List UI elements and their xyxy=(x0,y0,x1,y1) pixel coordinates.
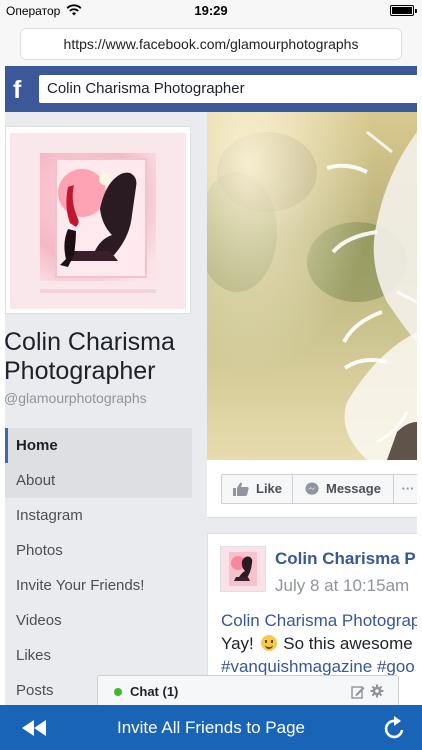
thumbs-up-icon xyxy=(233,482,249,496)
nav-item-invite-friends[interactable]: Invite Your Friends! xyxy=(5,568,192,603)
post-text-link[interactable]: Colin Charisma Photograp xyxy=(221,611,417,631)
post-timestamp[interactable]: July 8 at 10:15am xyxy=(275,576,409,596)
profile-picture-card[interactable] xyxy=(5,126,191,314)
like-button-label: Like xyxy=(256,481,283,496)
nav-item-likes[interactable]: Likes xyxy=(5,638,192,673)
like-button[interactable]: Like xyxy=(221,474,293,504)
web-page: f Colin Charisma Photographer Colin Char… xyxy=(5,66,417,705)
post-author[interactable]: Colin Charisma P xyxy=(275,549,416,569)
post-text-rest: So this awesome xyxy=(283,634,413,653)
refresh-icon[interactable] xyxy=(384,716,406,740)
page-title-line2: Photographer xyxy=(5,357,156,385)
more-button[interactable]: ··· xyxy=(393,474,417,504)
page-title[interactable]: Colin Charisma Photographer xyxy=(5,328,204,386)
clock: 19:29 xyxy=(194,3,228,18)
messenger-icon xyxy=(305,482,319,495)
chat-label: Chat (1) xyxy=(130,684,179,699)
compose-icon[interactable] xyxy=(351,685,365,699)
bottom-toolbar: Invite All Friends to Page xyxy=(0,705,422,750)
post-text-start: Yay! xyxy=(221,634,254,653)
post-text: Yay! So this awesome xyxy=(221,634,413,654)
post-hashtags[interactable]: #vanquishmagazine #goo xyxy=(221,657,415,677)
facebook-search-input[interactable]: Colin Charisma Photographer xyxy=(39,75,417,103)
cover-photo[interactable] xyxy=(207,112,417,460)
nav-item-home[interactable]: Home xyxy=(5,428,192,463)
status-bar: Оператор 19:29 xyxy=(0,0,422,22)
page-actions: Like Message ··· xyxy=(207,460,417,518)
invite-all-friends-button[interactable]: Invite All Friends to Page xyxy=(0,718,422,738)
message-button-label: Message xyxy=(326,481,381,496)
nav-item-photos[interactable]: Photos xyxy=(5,533,192,568)
nav-item-videos[interactable]: Videos xyxy=(5,603,192,638)
battery-icon xyxy=(390,5,417,16)
smiley-icon xyxy=(260,635,277,651)
page-handle[interactable]: @glamourphotographs xyxy=(5,390,147,406)
online-indicator-icon xyxy=(114,688,122,696)
facebook-top-bar: f Colin Charisma Photographer xyxy=(5,66,417,112)
url-field[interactable]: https://www.facebook.com/glamourphotogra… xyxy=(20,28,402,60)
gear-icon[interactable] xyxy=(370,684,384,698)
avatar[interactable] xyxy=(220,546,266,592)
address-bar: https://www.facebook.com/glamourphotogra… xyxy=(0,22,422,66)
page-title-line1: Colin Charisma xyxy=(5,328,175,356)
message-button[interactable]: Message xyxy=(292,474,394,504)
nav-item-instagram[interactable]: Instagram xyxy=(5,498,192,533)
profile-picture xyxy=(10,133,186,309)
facebook-logo[interactable]: f xyxy=(13,76,35,104)
chat-tab[interactable]: Chat (1) xyxy=(97,675,399,707)
page-nav: Home About Instagram Photos Invite Your … xyxy=(5,428,192,705)
nav-item-about[interactable]: About xyxy=(5,463,192,498)
